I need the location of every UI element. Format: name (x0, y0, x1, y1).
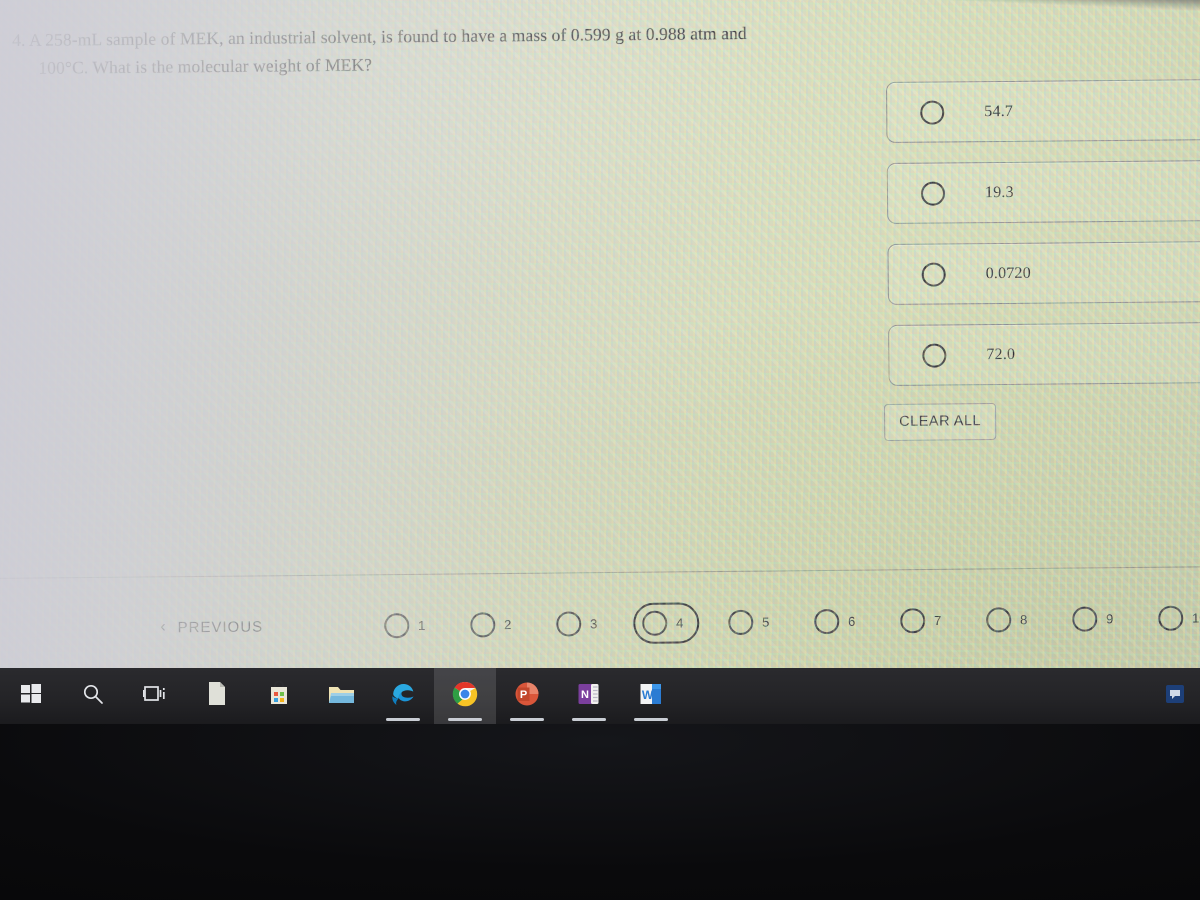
taskbar-item-task-view[interactable] (124, 668, 186, 724)
previous-button[interactable]: ‹ PREVIOUS (160, 618, 263, 636)
taskbar-item-search[interactable] (62, 668, 124, 724)
laptop-bezel: hp (0, 724, 1200, 900)
pager-item-5[interactable]: 5 (719, 601, 785, 643)
answer-option-1[interactable]: 54.7 (886, 78, 1200, 143)
answer-option-label: 19.3 (984, 183, 1014, 201)
edge-icon (390, 681, 416, 712)
task-view-icon (142, 684, 167, 709)
radio-unchecked-icon (899, 607, 926, 633)
onenote-icon: N (576, 681, 602, 712)
taskbar-item-document[interactable] (186, 668, 248, 724)
pager-item-9[interactable]: 9 (1063, 598, 1129, 640)
previous-button-label: PREVIOUS (177, 617, 264, 636)
running-indicator (510, 718, 544, 721)
svg-text:P: P (520, 689, 527, 701)
taskbar-item-microsoft-store[interactable] (248, 668, 310, 724)
pager-item-2[interactable]: 2 (461, 603, 527, 645)
pager-item-10[interactable]: 10 (1149, 597, 1200, 639)
quiz-footer: ‹ PREVIOUS 1 2 3 4 5 6 7 8 9 10 (0, 586, 1200, 660)
svg-text:N: N (581, 689, 589, 701)
pager-item-number: 6 (848, 613, 856, 629)
windows-start-icon (21, 683, 41, 709)
running-indicator (572, 718, 606, 721)
pager-item-number: 3 (590, 615, 598, 631)
radio-unchecked-icon[interactable] (920, 180, 946, 206)
question-pager: 1 2 3 4 5 6 7 8 9 10 (375, 597, 1200, 646)
radio-unchecked-icon (728, 609, 754, 635)
radio-unchecked-icon[interactable] (922, 342, 947, 368)
pager-item-number: 5 (762, 614, 770, 630)
answer-option-2[interactable]: 19.3 (886, 159, 1200, 224)
answer-option-3[interactable]: 0.0720 (887, 240, 1200, 305)
pager-item-7[interactable]: 7 (891, 599, 957, 641)
taskbar-item-edge[interactable] (372, 668, 434, 724)
system-tray (1164, 668, 1192, 724)
footer-divider (0, 566, 1200, 579)
radio-unchecked-icon (642, 610, 668, 636)
monitor-edge (800, 0, 1200, 12)
taskbar-item-powerpoint[interactable]: P (496, 668, 558, 724)
document-icon (207, 681, 227, 711)
file-explorer-icon (328, 683, 355, 710)
pager-item-3[interactable]: 3 (547, 603, 613, 645)
pager-item-number: 10 (1192, 609, 1200, 626)
pager-item-6[interactable]: 6 (805, 600, 871, 642)
answer-option-label: 72.0 (986, 345, 1016, 363)
powerpoint-icon: P (514, 681, 540, 712)
taskbar-item-file-explorer[interactable] (310, 668, 372, 724)
taskbar-item-onenote[interactable]: N (558, 668, 620, 724)
question-text: 4. A 258-mL sample of MEK, an industrial… (12, 18, 813, 82)
radio-unchecked-icon[interactable] (920, 99, 945, 125)
tray-notification-icon[interactable] (1164, 683, 1186, 710)
running-indicator (448, 718, 482, 721)
pager-item-number: 7 (934, 612, 942, 628)
radio-unchecked-icon (1157, 605, 1184, 631)
radio-unchecked-icon[interactable] (921, 261, 946, 287)
pager-item-number: 9 (1106, 610, 1114, 626)
radio-unchecked-icon (556, 610, 582, 637)
radio-unchecked-icon (384, 612, 410, 638)
answer-option-4[interactable]: 72.0 (888, 321, 1200, 386)
windows-taskbar: P N W (0, 668, 1200, 724)
radio-unchecked-icon (1071, 605, 1098, 632)
answer-option-label: 54.7 (984, 102, 1014, 120)
radio-unchecked-icon (813, 608, 840, 634)
taskbar-item-start[interactable] (0, 668, 62, 724)
svg-text:W: W (642, 688, 654, 702)
chrome-icon (452, 681, 478, 712)
pager-item-4[interactable]: 4 (632, 601, 700, 644)
taskbar-items: P N W (0, 668, 682, 724)
pager-item-number: 4 (676, 614, 684, 631)
chevron-left-icon: ‹ (160, 618, 167, 636)
pager-item-number: 8 (1020, 611, 1028, 627)
laptop-photo: 4. A 258-mL sample of MEK, an industrial… (0, 0, 1200, 900)
pager-item-1[interactable]: 1 (375, 604, 441, 646)
running-indicator (634, 718, 668, 721)
pager-item-number: 1 (418, 617, 426, 633)
running-indicator (386, 718, 420, 721)
search-icon (82, 683, 104, 710)
answer-options-list: 54.7 19.3 0.0720 72.0 (886, 78, 1200, 406)
radio-unchecked-icon (470, 611, 496, 637)
answer-option-label: 0.0720 (985, 264, 1031, 282)
word-icon: W (638, 681, 664, 712)
laptop-screen: 4. A 258-mL sample of MEK, an industrial… (0, 0, 1200, 724)
clear-all-button[interactable]: CLEAR ALL (884, 403, 997, 441)
taskbar-item-chrome[interactable] (434, 668, 496, 724)
radio-unchecked-icon (985, 606, 1012, 633)
pager-item-number: 2 (504, 616, 512, 632)
pager-item-8[interactable]: 8 (977, 598, 1043, 640)
taskbar-item-word[interactable]: W (620, 668, 682, 724)
question-line-1: 4. A 258-mL sample of MEK, an industrial… (12, 22, 747, 50)
microsoft-store-icon (267, 680, 291, 711)
question-line-2: 100°C. What is the molecular weight of M… (38, 54, 373, 78)
